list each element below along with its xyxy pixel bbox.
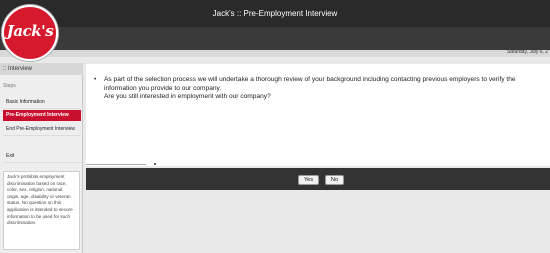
background-check-text: As part of the selection process we will… [104, 76, 516, 92]
date-strip: Saturday, July 6, 2 [0, 49, 550, 57]
message-item: • As part of the selection process we wi… [94, 76, 544, 102]
header-band [0, 27, 550, 50]
divider-marker [154, 163, 156, 165]
sidebar-item-basic-information[interactable]: Basic Information [3, 97, 81, 109]
steps-label: Steps [3, 83, 16, 89]
sidebar-header: :: Interview [0, 63, 83, 75]
jacks-logo[interactable]: Jack's [2, 5, 58, 61]
message-list: • As part of the selection process we wi… [94, 76, 544, 102]
interest-question: Are you still interested in employment w… [104, 93, 271, 100]
page-title: Jack's :: Pre-Employment Interview [212, 9, 338, 18]
action-bar: Yes No [86, 168, 550, 190]
bullet-icon: • [94, 76, 97, 83]
sidebar-item-end-pre-employment-interview[interactable]: End Pre-Employment Interview [3, 124, 81, 136]
sidebar: :: Interview Steps Basic Information Pre… [0, 63, 83, 253]
sidebar-item-pre-employment-interview[interactable]: Pre-Employment Interview [3, 110, 81, 121]
interview-content: • As part of the selection process we wi… [86, 64, 550, 166]
sidebar-item-exit[interactable]: Exit [3, 151, 81, 163]
content-divider [86, 164, 146, 165]
no-button[interactable]: No [325, 175, 344, 185]
date-text: Saturday, July 6, 2 [506, 49, 548, 55]
yes-button[interactable]: Yes [298, 175, 319, 185]
title-bar: Jack's :: Pre-Employment Interview [0, 0, 550, 27]
logo-text: Jack's [6, 22, 54, 40]
discrimination-notice: Jack's prohibits employment discriminati… [3, 171, 80, 250]
